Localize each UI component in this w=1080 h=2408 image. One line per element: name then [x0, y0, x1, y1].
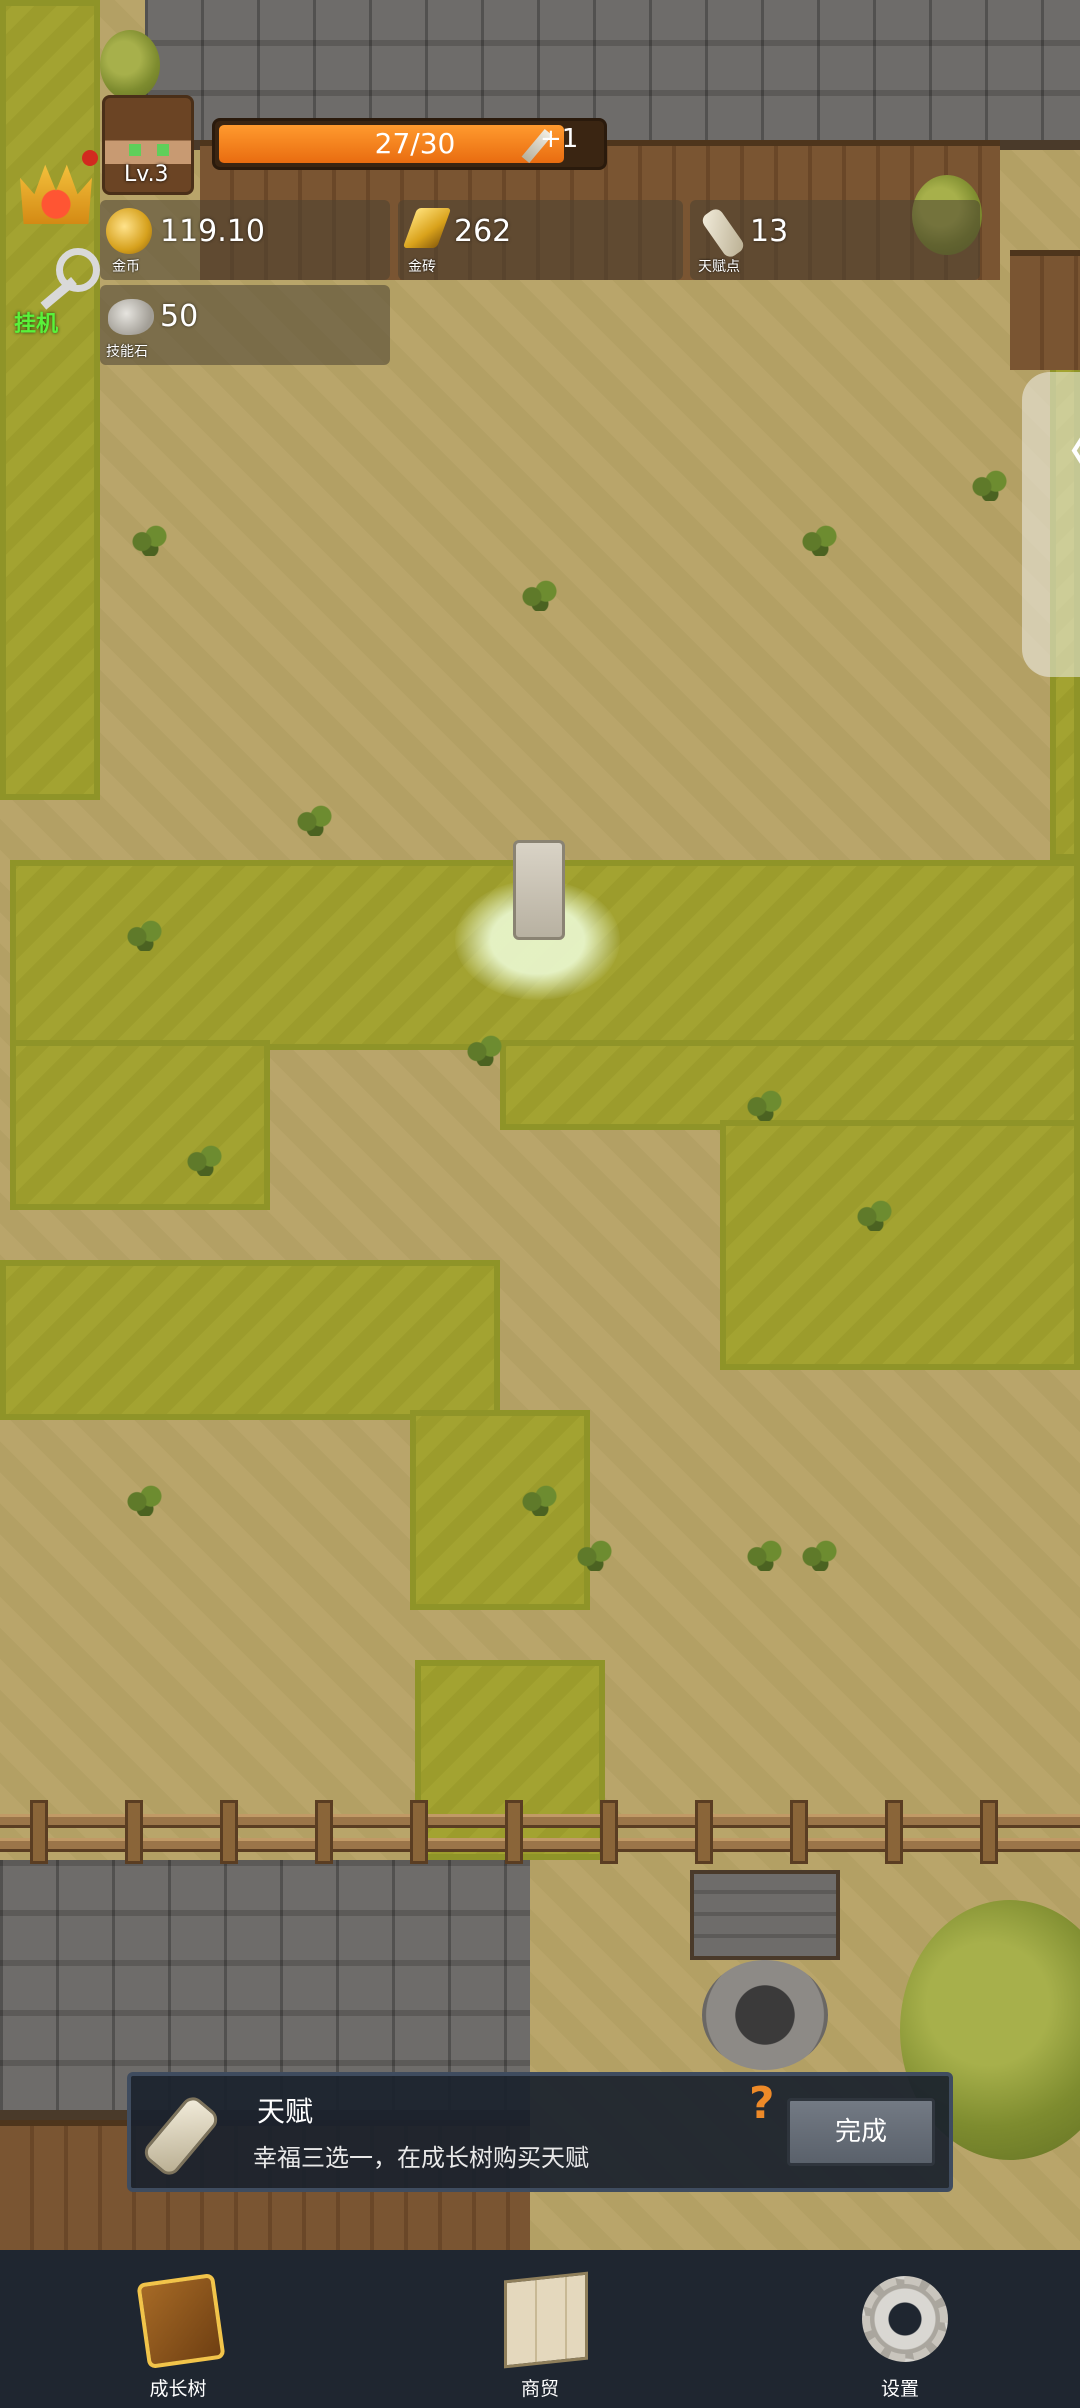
stone-well[interactable] [690, 1870, 840, 2070]
weed-sprout [800, 520, 840, 556]
notification-dot [82, 150, 98, 166]
grass-patch [720, 1120, 1080, 1370]
nav-growth-tree[interactable]: 成长树 [118, 2270, 238, 2400]
gold-coin-panel[interactable]: 119.10 金币 [100, 200, 390, 280]
gold-brick-icon [402, 208, 452, 248]
weed-sprout [130, 520, 170, 556]
quest-description: 幸福三选一，在成长树购买天赋 [253, 2144, 589, 2172]
side-drawer-toggle[interactable]: 〈 [1022, 372, 1080, 677]
skill-stone-value: 50 [160, 299, 199, 334]
weed-sprout [465, 1030, 505, 1066]
skill-stone-panel[interactable]: 50 技能石 [100, 285, 390, 365]
question-mark-icon[interactable]: ? [749, 2078, 775, 2129]
shed-wall [1010, 250, 1080, 370]
grass-patch [500, 1040, 1080, 1130]
gold-brick-label: 金砖 [408, 259, 436, 275]
trade-map-icon [504, 2271, 588, 2369]
skill-stone-label: 技能石 [106, 344, 148, 360]
weed-sprout [295, 800, 335, 836]
auto-idle-label[interactable]: 挂机 [14, 306, 58, 338]
quest-panel: 天赋 幸福三选一，在成长树购买天赋 ? 完成 [127, 2072, 953, 2192]
nav-settings-label: 设置 [880, 2378, 919, 2400]
weed-sprout [800, 1535, 840, 1571]
bottom-navigation: 成长树 商贸 设置 [0, 2250, 1080, 2408]
nav-growth-tree-label: 成长树 [149, 2378, 207, 2400]
gold-brick-panel[interactable]: 262 金砖 [398, 200, 683, 280]
grass-patch [0, 0, 100, 800]
chevron-left-icon: 〈 [1034, 402, 1080, 494]
bush [100, 30, 160, 100]
grass-patch [410, 1410, 590, 1610]
talent-scroll-icon [699, 206, 747, 260]
nav-settings[interactable]: 设置 [840, 2270, 960, 2400]
weed-sprout [855, 1195, 895, 1231]
weed-sprout [185, 1140, 225, 1176]
weed-sprout [520, 1480, 560, 1516]
talent-point-panel[interactable]: 13 天赋点 [690, 200, 980, 280]
stone-tablet[interactable] [513, 840, 565, 940]
weed-sprout [520, 575, 560, 611]
scroll-icon [139, 2092, 223, 2180]
grass-patch [10, 1040, 270, 1210]
complete-button[interactable]: 完成 [787, 2098, 935, 2166]
weed-sprout [745, 1085, 785, 1121]
nav-trade[interactable]: 商贸 [480, 2270, 600, 2400]
gold-coin-icon [106, 208, 152, 254]
weed-sprout [125, 1480, 165, 1516]
talent-point-label: 天赋点 [698, 259, 740, 275]
growth-tree-book-icon [136, 2272, 226, 2370]
energy-regen: +1 [540, 124, 579, 154]
weed-sprout [745, 1535, 785, 1571]
gold-brick-value: 262 [454, 214, 512, 249]
weed-sprout [970, 465, 1010, 501]
nav-trade-label: 商贸 [520, 2378, 559, 2400]
skill-stone-icon [108, 299, 154, 335]
weed-sprout [575, 1535, 615, 1571]
weed-sprout [125, 915, 165, 951]
gold-coin-value: 119.10 [160, 214, 265, 249]
grass-patch [0, 1260, 500, 1420]
talent-point-value: 13 [750, 214, 789, 249]
settings-gear-icon [862, 2276, 948, 2362]
wooden-fence [0, 1800, 1080, 1864]
player-level: Lv.3 [124, 162, 169, 187]
gold-coin-label: 金币 [112, 259, 140, 275]
quest-title: 天赋 [257, 2095, 314, 2128]
